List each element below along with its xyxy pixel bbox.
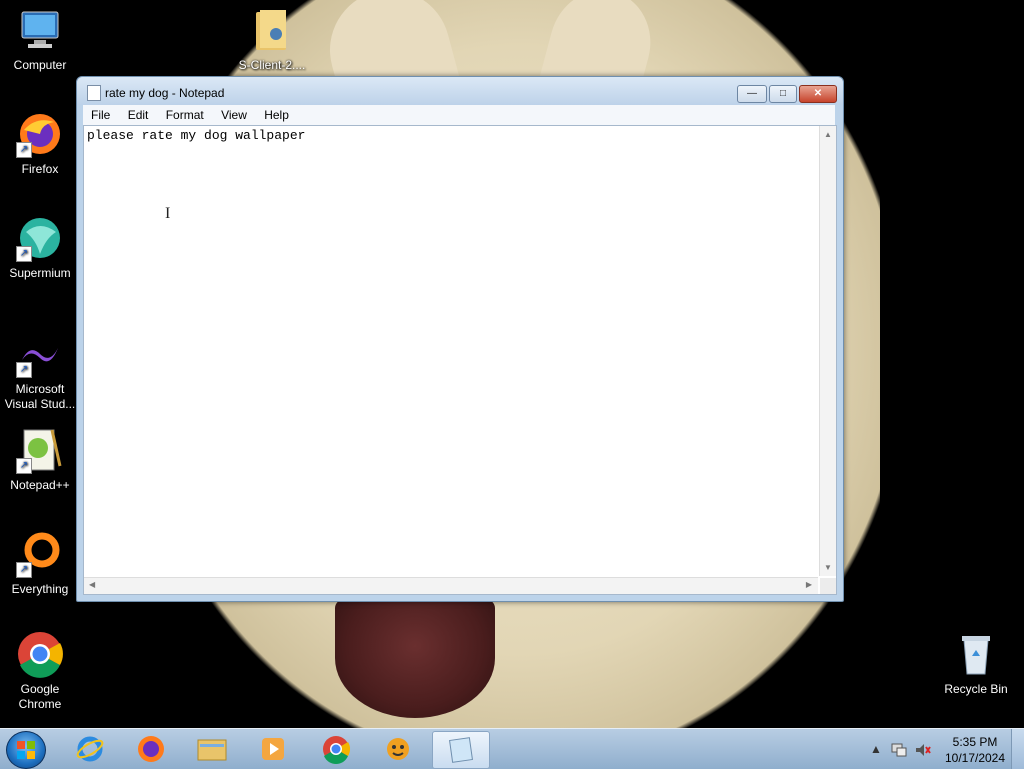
desktop-icon-label: Computer xyxy=(13,58,67,72)
taskbar-app[interactable] xyxy=(372,731,424,767)
desktop-icon-recycle-bin[interactable]: Recycle Bin xyxy=(936,630,1016,697)
maximize-button[interactable]: □ xyxy=(769,85,797,103)
scroll-up-icon[interactable]: ▲ xyxy=(824,130,832,139)
taskbar-internet-explorer[interactable] xyxy=(64,731,116,767)
show-hidden-icons-icon[interactable]: ▲ xyxy=(870,742,882,756)
app-icon xyxy=(387,738,409,760)
taskbar-media-player[interactable] xyxy=(247,731,299,767)
resize-grip[interactable] xyxy=(820,578,836,594)
network-icon[interactable] xyxy=(890,742,908,761)
text-cursor-icon: I xyxy=(165,205,171,222)
notepad-icon xyxy=(449,737,473,763)
document-text[interactable]: please rate my dog wallpaper xyxy=(87,128,305,143)
desktop-icon-label: Notepad++ xyxy=(10,478,70,492)
horizontal-scrollbar[interactable]: ◀ ▶ xyxy=(84,577,818,594)
desktop-icon-notepadpp[interactable]: ↗ Notepad++ xyxy=(0,426,80,493)
recycle-bin-icon xyxy=(952,630,1000,678)
scroll-left-icon[interactable]: ◀ xyxy=(89,580,95,589)
start-button[interactable] xyxy=(6,731,46,769)
show-desktop-button[interactable] xyxy=(1011,729,1024,769)
scroll-right-icon[interactable]: ▶ xyxy=(806,580,812,589)
notepad-app-icon xyxy=(87,85,101,101)
desktop-icon-chrome[interactable]: Google Chrome xyxy=(0,630,80,712)
shortcut-arrow-icon: ↗ xyxy=(16,246,32,262)
taskbar-firefox[interactable] xyxy=(125,731,177,767)
desktop-icon-folder[interactable]: S-Client-2.... xyxy=(232,6,312,73)
menu-format[interactable]: Format xyxy=(158,105,210,122)
file-explorer-icon xyxy=(197,739,227,761)
desktop-icon-firefox[interactable]: ↗ Firefox xyxy=(0,110,80,177)
folder-icon xyxy=(248,6,296,54)
desktop-icon-label: Google Chrome xyxy=(18,682,62,711)
menu-bar: File Edit Format View Help xyxy=(83,105,835,125)
chrome-icon xyxy=(16,630,64,678)
supermium-icon: ↗ xyxy=(16,214,64,262)
notepad-window[interactable]: rate my dog - Notepad — □ ✕ File Edit Fo… xyxy=(76,76,844,602)
title-bar[interactable]: rate my dog - Notepad — □ ✕ xyxy=(77,77,843,105)
taskbar-chrome[interactable] xyxy=(310,731,362,767)
firefox-icon xyxy=(138,736,164,762)
firefox-icon: ↗ xyxy=(16,110,64,158)
desktop-icon-label: Microsoft Visual Stud... xyxy=(4,382,76,411)
desktop-icon-label: Firefox xyxy=(21,162,59,176)
text-editor[interactable]: please rate my dog wallpaper ▲ ▼ ◀ ▶ xyxy=(83,125,837,595)
shortcut-arrow-icon: ↗ xyxy=(16,562,32,578)
menu-help[interactable]: Help xyxy=(256,105,295,122)
shortcut-arrow-icon: ↗ xyxy=(16,362,32,378)
window-title: rate my dog - Notepad xyxy=(105,86,225,100)
everything-icon: ↗ xyxy=(16,530,64,578)
desktop-icon-label: S-Client-2.... xyxy=(238,58,306,72)
shortcut-arrow-icon: ↗ xyxy=(16,142,32,158)
taskbar: ▲ 5:35 PM 10/17/2024 xyxy=(0,728,1024,769)
taskbar-file-explorer[interactable] xyxy=(186,731,238,767)
close-button[interactable]: ✕ xyxy=(799,85,837,103)
vertical-scrollbar[interactable]: ▲ ▼ xyxy=(819,126,836,576)
media-player-icon xyxy=(262,738,284,760)
notepadpp-icon: ↗ xyxy=(16,426,64,474)
volume-muted-icon[interactable] xyxy=(914,742,932,761)
desktop-icon-label: Everything xyxy=(11,582,69,596)
desktop-icon-computer[interactable]: Computer xyxy=(0,6,80,73)
desktop-icon-label: Supermium xyxy=(9,266,71,280)
menu-view[interactable]: View xyxy=(213,105,253,122)
dog-mouth xyxy=(335,598,495,718)
clock[interactable]: 5:35 PM 10/17/2024 xyxy=(940,734,1010,766)
scroll-down-icon[interactable]: ▼ xyxy=(824,563,832,572)
chrome-icon xyxy=(323,736,351,764)
taskbar-notepad[interactable] xyxy=(432,731,490,769)
clock-date: 10/17/2024 xyxy=(944,751,1006,765)
visual-studio-icon: ↗ xyxy=(16,330,64,378)
minimize-button[interactable]: — xyxy=(737,85,767,103)
menu-file[interactable]: File xyxy=(83,105,116,122)
computer-icon xyxy=(16,6,64,54)
windows-logo-icon xyxy=(17,741,35,759)
shortcut-arrow-icon: ↗ xyxy=(16,458,32,474)
internet-explorer-icon xyxy=(76,736,104,762)
desktop-icon-label: Recycle Bin xyxy=(944,682,1008,696)
desktop-icon-supermium[interactable]: ↗ Supermium xyxy=(0,214,80,281)
desktop-icon-everything[interactable]: ↗ Everything xyxy=(0,530,80,597)
menu-edit[interactable]: Edit xyxy=(120,105,155,122)
desktop-icon-visual-studio[interactable]: ↗ Microsoft Visual Stud... xyxy=(0,330,80,412)
clock-time: 5:35 PM xyxy=(952,735,998,749)
